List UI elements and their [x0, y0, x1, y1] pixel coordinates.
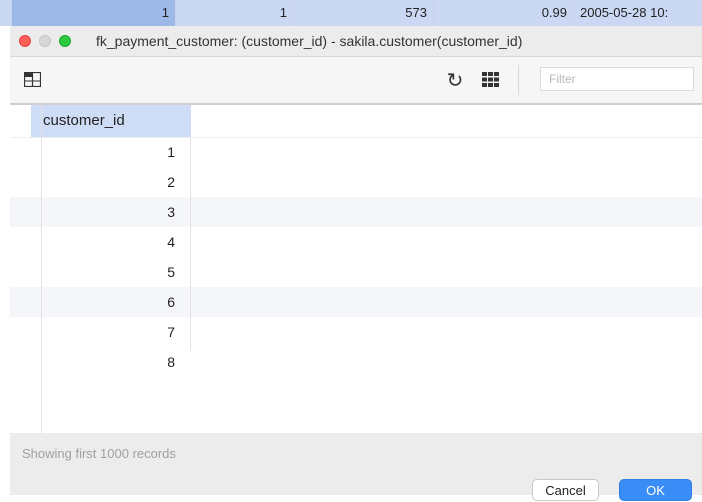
columns-icon[interactable]	[24, 72, 41, 87]
table-cell[interactable]: 3	[31, 197, 191, 227]
table-row[interactable]: 8	[10, 347, 702, 377]
column-divider	[190, 137, 191, 351]
refresh-icon[interactable]: ↻	[444, 69, 466, 91]
maximize-window-button[interactable]	[59, 35, 71, 47]
table-cell[interactable]: 4	[31, 227, 191, 257]
table-row[interactable]: 2	[10, 167, 702, 197]
dialog-footer: Showing first 1000 records Cancel OK	[10, 433, 702, 501]
table-row[interactable]: 6	[10, 287, 702, 317]
table-row[interactable]: 1	[10, 137, 702, 167]
background-cell[interactable]: 0.99	[434, 0, 574, 26]
background-cell[interactable]: 1	[176, 0, 294, 26]
table-cell[interactable]: 1	[31, 137, 191, 167]
row-selector	[0, 0, 12, 26]
background-cell[interactable]: 1	[12, 0, 176, 26]
foreign-key-dialog: fk_payment_customer: (customer_id) - sak…	[10, 26, 702, 501]
table-cell[interactable]: 8	[31, 347, 191, 377]
grid-icon[interactable]	[482, 72, 499, 87]
record-count-status: Showing first 1000 records	[22, 446, 176, 461]
background-cell[interactable]: 573	[294, 0, 434, 26]
table-cell[interactable]: 7	[31, 317, 191, 347]
background-table-row: 1 1 573 0.99 2005-05-28 10:	[0, 0, 702, 26]
table-header: customer_id	[10, 105, 702, 138]
table-cell[interactable]: 5	[31, 257, 191, 287]
toolbar-divider	[518, 65, 519, 95]
column-header-customer-id[interactable]: customer_id	[31, 105, 191, 137]
results-table: customer_id 1 2 3 4 5 6 7 8	[10, 105, 702, 433]
toolbar: ↻	[10, 57, 702, 105]
table-cell[interactable]: 2	[31, 167, 191, 197]
window-title: fk_payment_customer: (customer_id) - sak…	[96, 33, 523, 49]
filter-input[interactable]	[540, 67, 694, 91]
table-row[interactable]: 7	[10, 317, 702, 347]
background-cell[interactable]: 2005-05-28 10:	[574, 0, 702, 26]
table-cell[interactable]: 6	[31, 287, 191, 317]
title-bar[interactable]: fk_payment_customer: (customer_id) - sak…	[10, 26, 702, 57]
table-row[interactable]: 3	[10, 197, 702, 227]
table-row[interactable]: 5	[10, 257, 702, 287]
minimize-window-button[interactable]	[39, 35, 51, 47]
cancel-button[interactable]: Cancel	[532, 479, 599, 501]
ok-button[interactable]: OK	[619, 479, 692, 501]
column-divider	[41, 105, 42, 433]
table-row[interactable]: 4	[10, 227, 702, 257]
close-window-button[interactable]	[19, 35, 31, 47]
